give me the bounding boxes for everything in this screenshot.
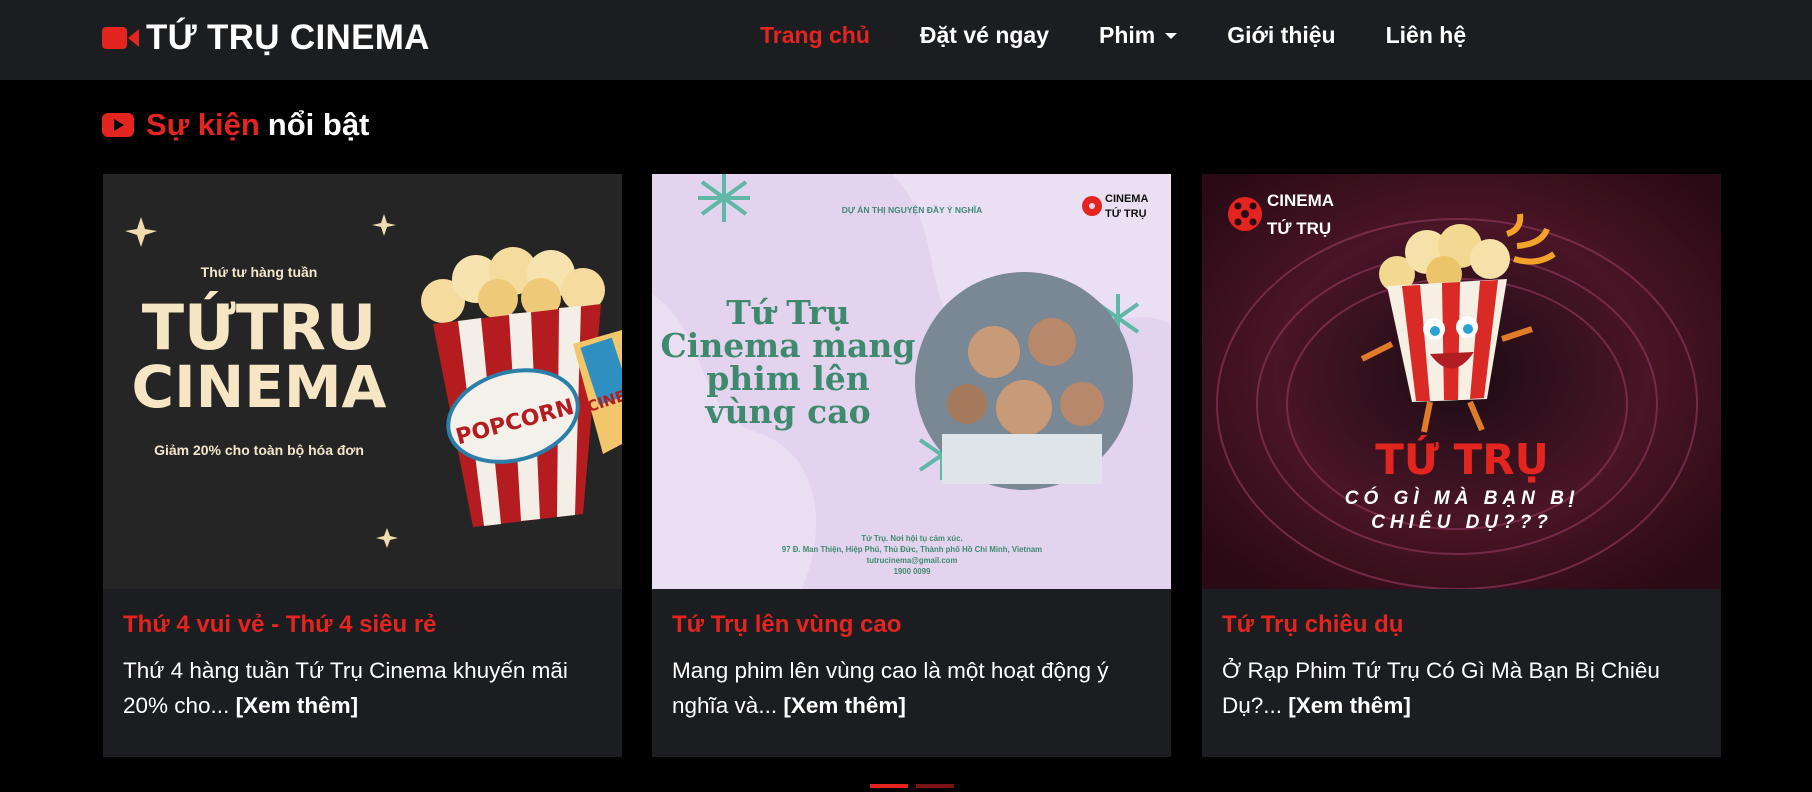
main-nav: Trang chủ Đặt vé ngay Phim Giới thiệu Li… bbox=[760, 22, 1516, 49]
event-card-excerpt: Ở Rạp Phim Tứ Trụ Có Gì Mà Bạn Bị Chiêu … bbox=[1222, 653, 1701, 723]
brand-logo[interactable]: TỨ TRỤ CINEMA bbox=[102, 18, 430, 58]
section-title-accent: Sự kiện bbox=[146, 107, 260, 142]
nav-item-about[interactable]: Giới thiệu bbox=[1227, 22, 1335, 49]
poster-logo-line1: CINEMA bbox=[1105, 193, 1148, 205]
poster-top-text: Thứ tư hàng tuần bbox=[201, 264, 318, 280]
read-more-link[interactable]: [Xem thêm] bbox=[1288, 693, 1411, 718]
chevron-down-icon bbox=[1165, 32, 1178, 39]
section-title: Sự kiện nổi bật bbox=[102, 107, 369, 143]
poster-footer-3: tutrucinema@gmail.com bbox=[867, 556, 958, 565]
poster-footer-4: 1900 0099 bbox=[894, 567, 932, 576]
carousel-indicators bbox=[870, 784, 962, 788]
event-card-image[interactable]: Thứ tư hàng tuần TỨTRU CINEMA Giảm 20% c… bbox=[103, 174, 622, 589]
poster-footer-2: 97 Đ. Man Thiện, Hiệp Phú, Thủ Đức, Thàn… bbox=[782, 545, 1042, 554]
poster-heading-2: CÓ GÌ MÀ BẠN BỊ bbox=[1345, 487, 1579, 509]
poster-logo-line1: CINEMA bbox=[1267, 191, 1334, 210]
nav-item-book-ticket[interactable]: Đặt vé ngay bbox=[920, 22, 1049, 49]
read-more-link[interactable]: [Xem thêm] bbox=[783, 693, 906, 718]
event-card-title[interactable]: Thứ 4 vui vẻ - Thứ 4 siêu rẻ bbox=[123, 611, 602, 639]
brand-name: TỨ TRỤ CINEMA bbox=[146, 18, 430, 57]
event-card-wednesday[interactable]: Thứ tư hàng tuần TỨTRU CINEMA Giảm 20% c… bbox=[103, 174, 622, 757]
event-card-lure[interactable]: CINEMA TỨ TRỤ TỨ TRỤ CÓ GÌ MÀ BẠN BỊ CHI… bbox=[1202, 174, 1721, 757]
read-more-link[interactable]: [Xem thêm] bbox=[236, 693, 359, 718]
nav-item-movies[interactable]: Phim bbox=[1099, 22, 1178, 49]
section-title-rest: nổi bật bbox=[267, 107, 370, 142]
event-card-title[interactable]: Tứ Trụ lên vùng cao bbox=[672, 611, 1151, 639]
poster-footer-1: Tứ Trụ. Nơi hội tụ cảm xúc. bbox=[861, 534, 962, 543]
poster-logo-line2: TỨ TRỤ bbox=[1105, 207, 1147, 220]
youtube-play-icon bbox=[102, 113, 134, 137]
event-card-excerpt: Thứ 4 hàng tuần Tứ Trụ Cinema khuyến mãi… bbox=[123, 653, 602, 723]
poster-bottom-text: Giảm 20% cho toàn bộ hóa đơn bbox=[154, 442, 364, 458]
event-card-title[interactable]: Tứ Trụ chiêu dụ bbox=[1222, 611, 1701, 639]
nav-item-movies-label: Phim bbox=[1099, 22, 1156, 48]
event-card-image[interactable]: CINEMA TỨ TRỤ TỨ TRỤ CÓ GÌ MÀ BẠN BỊ CHI… bbox=[1202, 174, 1721, 589]
event-card-excerpt: Mang phim lên vùng cao là một hoạt động … bbox=[672, 653, 1151, 723]
event-card-highlands[interactable]: DỰ ÁN THỊ NGUYỆN ĐẦY Ý NGHĨA CINEMA TỨ T… bbox=[652, 174, 1171, 757]
poster-top-text: DỰ ÁN THỊ NGUYỆN ĐẦY Ý NGHĨA bbox=[842, 204, 983, 215]
event-card-image[interactable]: DỰ ÁN THỊ NGUYỆN ĐẦY Ý NGHĨA CINEMA TỨ T… bbox=[652, 174, 1171, 589]
poster-logo-line2: TỨ TRỤ bbox=[1267, 219, 1331, 238]
video-camera-icon bbox=[102, 27, 139, 49]
children-photo bbox=[915, 272, 1133, 490]
poster-heading-4: vùng cao bbox=[704, 392, 870, 431]
poster-heading-1: TỨ TRỤ bbox=[1375, 434, 1548, 484]
top-navbar: TỨ TRỤ CINEMA Trang chủ Đặt vé ngay Phim… bbox=[0, 0, 1812, 80]
poster-line2: CINEMA bbox=[132, 353, 387, 421]
nav-item-home[interactable]: Trang chủ bbox=[760, 22, 870, 49]
nav-item-contact[interactable]: Liên hệ bbox=[1386, 22, 1467, 49]
carousel-indicator-1[interactable] bbox=[870, 784, 908, 788]
poster-heading-3: CHIÊU DỤ??? bbox=[1371, 511, 1553, 533]
carousel-indicator-2[interactable] bbox=[916, 784, 954, 788]
